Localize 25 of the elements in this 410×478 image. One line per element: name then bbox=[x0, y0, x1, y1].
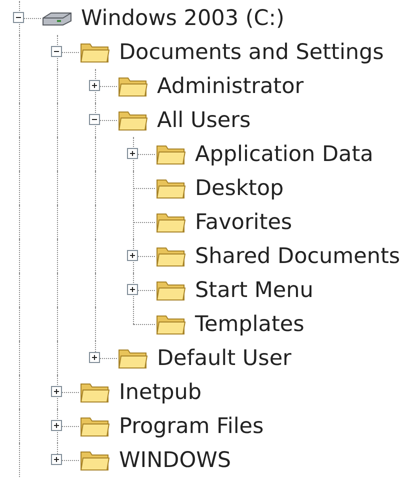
tree-item-label[interactable]: Start Menu bbox=[195, 278, 314, 302]
tree-item-label[interactable]: Inetpub bbox=[119, 380, 202, 404]
tree-item-label[interactable]: Windows 2003 (C:) bbox=[81, 6, 284, 30]
tree-item-label[interactable]: WINDOWS bbox=[119, 448, 232, 472]
tree-toggle[interactable] bbox=[51, 46, 62, 57]
tree-item-label[interactable]: Application Data bbox=[195, 142, 374, 166]
tree-toggle[interactable] bbox=[127, 250, 138, 261]
tree-toggle[interactable] bbox=[13, 12, 24, 23]
tree-toggle[interactable] bbox=[89, 352, 100, 363]
tree-toggle[interactable] bbox=[51, 454, 62, 465]
tree-toggle[interactable] bbox=[51, 420, 62, 431]
tree-item-label[interactable]: Program Files bbox=[119, 414, 264, 438]
tree-item-label[interactable]: All Users bbox=[157, 108, 251, 132]
tree-toggle[interactable] bbox=[127, 284, 138, 295]
tree-toggle[interactable] bbox=[89, 80, 100, 91]
tree-item-label[interactable]: Favorites bbox=[195, 210, 292, 234]
tree-item-label[interactable]: Shared Documents bbox=[195, 244, 400, 268]
tree-toggle[interactable] bbox=[51, 386, 62, 397]
tree-item-label[interactable]: Administrator bbox=[157, 74, 304, 98]
tree-toggle[interactable] bbox=[89, 114, 100, 125]
tree-item-label[interactable]: Templates bbox=[195, 312, 304, 336]
tree-item-label[interactable]: Documents and Settings bbox=[119, 40, 384, 64]
tree-item-label[interactable]: Desktop bbox=[195, 176, 284, 200]
tree-toggle[interactable] bbox=[127, 148, 138, 159]
tree-item-label[interactable]: Default User bbox=[157, 346, 292, 370]
